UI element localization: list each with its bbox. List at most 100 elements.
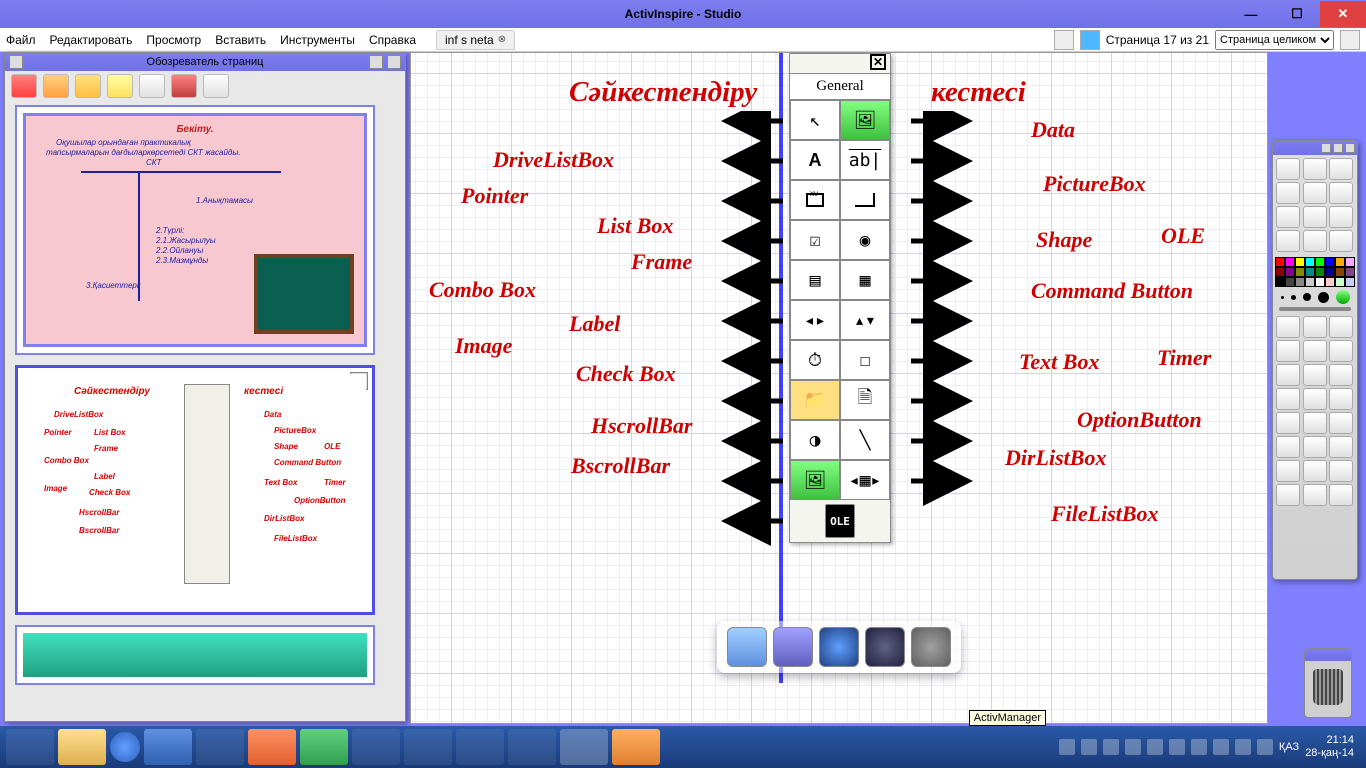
color-palette[interactable] [1273,255,1357,289]
tool-pointer-icon[interactable]: ↖ [790,100,840,140]
tool-image-icon[interactable]: 🖼 [790,460,840,500]
dock-world-icon[interactable] [819,627,859,667]
close-tab-icon[interactable]: ⊗ [498,34,506,45]
tools-icon[interactable] [1303,182,1327,204]
tool-dirlistbox-icon[interactable]: 📁 [790,380,840,420]
tray-icon[interactable] [1125,739,1141,755]
desktop-icon[interactable] [1329,158,1353,180]
profile-icon[interactable] [1303,158,1327,180]
taskbar-app3-icon[interactable] [404,729,452,765]
taskbar-word-icon[interactable] [144,729,192,765]
taskbar-activinspire-icon[interactable] [560,729,608,765]
label-optionbutton[interactable]: OptionButton [1077,407,1202,433]
tray-clock[interactable]: 21:14 28-қаң-14 [1305,734,1354,760]
tool-shape-icon[interactable]: ◑ [790,420,840,460]
tray-icon[interactable] [1081,739,1097,755]
taskbar-excel-icon[interactable] [300,729,348,765]
menu-insert[interactable]: Вставить [215,33,266,47]
pen-width-selector[interactable] [1273,289,1357,305]
crosshair-icon[interactable] [1303,316,1327,338]
left-arrows[interactable] [721,111,791,551]
label-listbox[interactable]: List Box [597,213,673,239]
dock-pages-icon[interactable] [727,627,767,667]
more-tools-icon[interactable] [1276,484,1300,506]
label-commandbutton[interactable]: Command Button [1031,278,1193,304]
taskbar-explorer-icon[interactable] [58,729,106,765]
dock-resources-icon[interactable] [773,627,813,667]
label-pointer[interactable]: Pointer [461,183,528,209]
label-bscrollbar[interactable]: BscrollBar [571,453,670,479]
camera-icon[interactable] [1276,436,1300,458]
prev-page-icon[interactable] [1276,206,1300,228]
tool-checkbox-icon[interactable]: ☑ [790,220,840,260]
tool-timer-icon[interactable]: ⏱ [790,340,840,380]
redo-icon[interactable] [1329,412,1353,434]
browser-properties-icon[interactable] [139,74,165,98]
zoom-select[interactable]: Страница целиком [1215,30,1334,50]
taskbar-calc-icon[interactable] [508,729,556,765]
main-toolbox[interactable] [1272,140,1358,580]
palette-header[interactable]: ✕ [790,54,890,74]
pin-icon[interactable] [9,55,23,69]
label-image[interactable]: Image [455,333,512,359]
tray-language[interactable]: ҚАЗ [1279,741,1299,753]
browser-resources-icon[interactable] [43,74,69,98]
page-thumbnail[interactable]: Бекіту. Оқушылар орындаған практикалық т… [15,105,375,355]
label-dirlistbox[interactable]: DirListBox [1005,445,1106,471]
tray-icon[interactable] [1169,739,1185,755]
toolbox-close-icon[interactable] [1345,143,1355,153]
label-hscrollbar[interactable]: HscrollBar [591,413,692,439]
tool-ole-icon[interactable]: OLE [825,504,855,538]
blank2-icon[interactable] [1329,206,1353,228]
annotate-icon[interactable] [1276,182,1300,204]
connector-icon[interactable] [1303,388,1327,410]
label-filelistbox[interactable]: FileListBox [1051,501,1159,527]
pen-tool-icon[interactable] [1276,340,1300,362]
text-tool-icon[interactable] [1303,412,1327,434]
tool-optionbutton-icon[interactable]: ◉ [840,220,890,260]
title-left[interactable]: Сәйкестендіру [569,76,757,109]
line-tool-icon[interactable] [1329,388,1353,410]
select-tool-icon[interactable] [1276,316,1300,338]
tool-label-icon[interactable]: A [790,140,840,180]
compass-icon[interactable] [1303,460,1327,482]
taskbar-media-icon[interactable] [612,729,660,765]
tool-listbox-icon[interactable]: ▦ [840,260,890,300]
tool-line-icon[interactable]: ╲ [840,420,890,460]
tray-icon[interactable] [1103,739,1119,755]
spray-icon[interactable] [1329,340,1353,362]
pen-slider[interactable] [1279,307,1351,311]
tool-vscrollbar-icon[interactable]: ▴▾ [840,300,890,340]
shape-tool-icon[interactable] [1276,388,1300,410]
tool-textbox-icon[interactable]: ab| [840,140,890,180]
label-data[interactable]: Data [1031,117,1075,143]
fill-icon[interactable] [1303,364,1327,386]
taskbar-app1-icon[interactable] [196,729,244,765]
right-arrows[interactable] [905,111,975,551]
browser-voting-icon[interactable] [203,74,229,98]
label-combobox[interactable]: Combo Box [429,277,536,303]
menu-icon[interactable] [1276,158,1300,180]
minimize-button[interactable]: — [1228,1,1274,27]
panel-close-icon[interactable] [387,55,401,69]
toolbox-collapse-icon[interactable] [1333,143,1343,153]
maximize-button[interactable]: ☐ [1274,1,1320,27]
tool-commandbutton-icon[interactable] [840,180,890,220]
taskbar-paint-icon[interactable] [456,729,504,765]
label-shape[interactable]: Shape [1036,227,1092,253]
tool-hscrollbar-icon[interactable]: ◂▸ [790,300,840,340]
taskbar-help-icon[interactable] [110,732,140,762]
trash-bin[interactable] [1304,648,1352,718]
taskbar-powerpoint-icon[interactable] [248,729,296,765]
page-thumbnail-active[interactable]: Сәйкестендіру кестесі DriveListBox Point… [15,365,375,615]
protractor-icon[interactable] [1329,460,1353,482]
ruler-icon[interactable] [1276,460,1300,482]
palette-close-icon[interactable]: ✕ [870,54,886,70]
document-tab[interactable]: inf s neta ⊗ [436,30,515,50]
tool-data-icon[interactable]: ◂▦▸ [840,460,890,500]
tray-icon[interactable] [1147,739,1163,755]
voting-icon[interactable] [1303,230,1327,252]
tray-icon[interactable] [1213,739,1229,755]
label-frame[interactable]: Frame [631,249,692,275]
toolbox-pin-icon[interactable] [1321,143,1331,153]
